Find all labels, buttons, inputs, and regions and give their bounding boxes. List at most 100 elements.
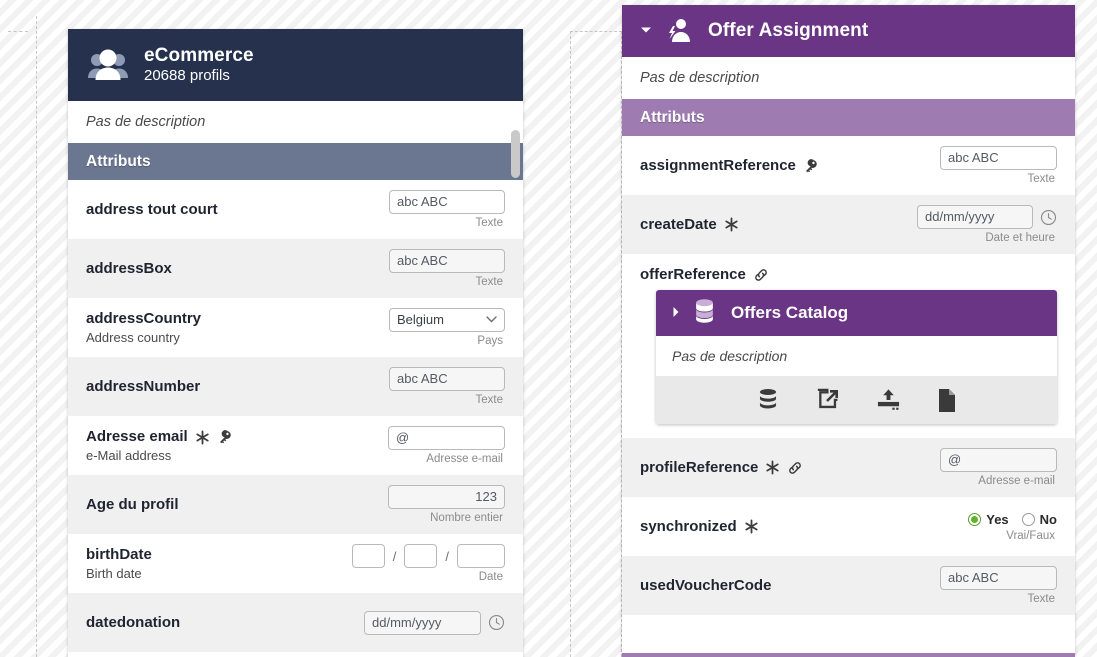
clock-icon[interactable] — [488, 614, 505, 631]
attribute-name: address tout court — [86, 200, 218, 218]
required-asterisk-icon — [744, 519, 759, 534]
radio-yes[interactable]: Yes — [968, 511, 1009, 527]
attribute-type-hint: Date et heure — [985, 232, 1055, 244]
attribute-label-block: address tout court — [86, 201, 389, 219]
attribute-field-block: abc ABC Texte — [940, 566, 1057, 605]
attribute-name: addressCountry — [86, 310, 202, 327]
attribute-type-hint: Texte — [475, 217, 504, 229]
radio-yes-dot — [968, 512, 982, 526]
boolean-radio-group: Yes No — [968, 512, 1057, 527]
ecommerce-description: Pas de description — [68, 101, 523, 143]
upload-icon[interactable] — [876, 388, 901, 412]
attribute-field-block: abc ABC Texte — [389, 190, 505, 229]
attribute-label-block: createDate — [640, 216, 917, 234]
required-asterisk-icon — [195, 430, 210, 445]
date-separator: / — [392, 548, 397, 564]
attribute-name: synchronized — [640, 517, 737, 535]
chevron-down-icon[interactable] — [640, 26, 652, 37]
country-select[interactable]: Belgium — [389, 308, 505, 332]
email-input[interactable]: @ — [940, 448, 1057, 472]
attribute-name: addressNumber — [86, 377, 201, 395]
attribute-type-hint: Texte — [1027, 173, 1056, 185]
radio-no-dot — [1021, 512, 1035, 526]
offer-assignment-attribute-list: assignmentReference abc ABC Texte create… — [622, 136, 1075, 615]
key-icon — [803, 158, 819, 174]
layout-guide-left — [36, 16, 37, 657]
attribute-type-hint: Vrai/Faux — [1006, 529, 1055, 542]
offers-catalog-description: Pas de description — [656, 336, 1057, 376]
attribute-field-block: abc ABC Texte — [389, 367, 505, 406]
layout-guide-box — [570, 31, 622, 657]
ecommerce-profile-count: 20688 profils — [144, 66, 230, 84]
number-input[interactable]: 123 — [388, 485, 505, 509]
chevron-right-icon[interactable] — [672, 306, 680, 321]
attribute-row[interactable]: Adresse email e-Mail address @ Adresse e… — [68, 416, 523, 475]
link-icon — [787, 460, 803, 476]
text-input[interactable]: abc ABC — [940, 146, 1057, 170]
datetime-input[interactable]: dd/mm/yyyy — [917, 205, 1033, 229]
attribute-row[interactable]: synchronized Yes No Vrai/Faux — [622, 497, 1075, 556]
text-input[interactable]: abc ABC — [389, 249, 505, 273]
attribute-row[interactable]: address tout court abc ABC Texte — [68, 180, 523, 239]
text-input[interactable]: abc ABC — [389, 190, 505, 214]
attribute-label-block: synchronized — [640, 518, 968, 536]
attribute-type-hint: Pays — [477, 335, 503, 347]
date-year-input[interactable] — [457, 544, 505, 568]
country-select-value: Belgium — [397, 312, 444, 327]
attribute-name: datedonation — [86, 613, 181, 631]
attribute-name: Age du profil — [86, 495, 179, 513]
ecommerce-card-header: eCommerce 20688 profils — [68, 29, 523, 101]
attribute-field-block: abc ABC Texte — [389, 249, 505, 288]
attribute-description: e-Mail address — [86, 448, 172, 463]
offers-catalog-title: Offers Catalog — [731, 303, 849, 322]
attribute-name: assignmentReference — [640, 156, 796, 174]
attribute-row[interactable]: datedonation dd/mm/yyyy — [68, 593, 523, 652]
radio-yes-label: Yes — [986, 511, 1009, 527]
database-icon[interactable] — [756, 388, 780, 413]
attribute-label-block: usedVoucherCode — [640, 577, 940, 595]
attribute-type-hint: Nombre entier — [430, 512, 503, 524]
attribute-row[interactable]: createDate dd/mm/yyyy Date et heure — [622, 195, 1075, 254]
attribute-name: Adresse email — [86, 428, 188, 445]
attribute-row[interactable]: addressBox abc ABC Texte — [68, 239, 523, 298]
attribute-name: birthDate — [86, 546, 152, 563]
attribute-row[interactable]: usedVoucherCode abc ABC Texte — [622, 556, 1075, 615]
offers-catalog-header[interactable]: Offers Catalog — [656, 290, 1057, 336]
attribute-name: createDate — [640, 215, 717, 233]
offer-assignment-card: Offer Assignment Pas de description Attr… — [622, 5, 1075, 657]
datetime-input[interactable]: dd/mm/yyyy — [364, 610, 481, 635]
offer-assignment-attributs-section-header: Attributs — [622, 99, 1075, 136]
external-link-icon[interactable] — [816, 388, 840, 412]
attribute-field-block: @ Adresse e-mail — [940, 448, 1057, 487]
clock-icon[interactable] — [1040, 209, 1057, 226]
attribute-row[interactable]: assignmentReference abc ABC Texte — [622, 136, 1075, 195]
attribute-type-hint: Texte — [1027, 593, 1056, 605]
offers-catalog-toolbar — [656, 376, 1057, 424]
scrollbar-thumb[interactable] — [511, 130, 520, 178]
required-asterisk-icon — [765, 460, 780, 475]
chevron-down-icon — [486, 309, 497, 331]
text-input[interactable]: abc ABC — [940, 566, 1057, 590]
attribute-row[interactable]: addressCountry Address country Belgium P… — [68, 298, 523, 357]
attribute-row[interactable]: profileReference @ Adresse e-mail — [622, 438, 1075, 497]
attribute-row[interactable]: birthDate Birth date / / Date — [68, 534, 523, 593]
attribute-description: Birth date — [86, 566, 142, 581]
key-icon — [217, 429, 233, 445]
date-day-input[interactable] — [351, 544, 385, 568]
ecommerce-profile-card: eCommerce 20688 profils Pas de descripti… — [68, 29, 523, 657]
attribute-type-hint: Texte — [475, 394, 504, 406]
date-month-input[interactable] — [404, 544, 438, 568]
person-bolt-icon — [664, 17, 694, 45]
attribute-row[interactable]: Age du profil 123 Nombre entier — [68, 475, 523, 534]
vertical-scrollbar[interactable] — [511, 130, 520, 655]
attribute-field-block: dd/mm/yyyy Date et heure — [917, 205, 1057, 244]
email-input[interactable]: @ — [388, 426, 505, 450]
offers-catalog-card: Offers Catalog Pas de description — [656, 290, 1057, 424]
file-icon[interactable] — [937, 388, 957, 413]
offer-reference-attribute: offerReference Offers Catalog Pas de des… — [622, 254, 1075, 438]
attribute-row[interactable]: addressNumber abc ABC Texte — [68, 357, 523, 416]
text-input[interactable]: abc ABC — [389, 367, 505, 391]
ecommerce-attributs-section-header: Attributs — [68, 143, 523, 180]
radio-no[interactable]: No — [1021, 512, 1057, 527]
offer-assignment-description: Pas de description — [622, 57, 1075, 99]
